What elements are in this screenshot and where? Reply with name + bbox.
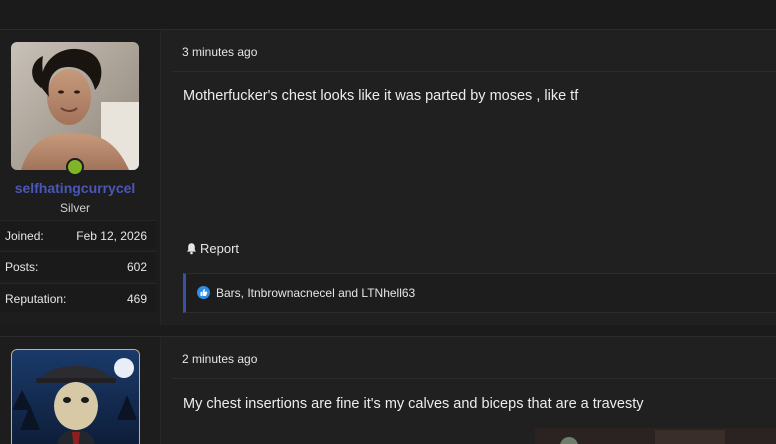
reactions-bar[interactable]: Bars, Itnbrownacnecel and LTNhell63 xyxy=(183,273,776,313)
avatar[interactable] xyxy=(11,42,139,170)
avatar-image xyxy=(11,42,139,170)
divider xyxy=(172,71,776,72)
divider xyxy=(172,378,776,379)
avatar[interactable] xyxy=(11,349,140,444)
user-rank: Silver xyxy=(59,201,90,215)
stat-value: 602 xyxy=(126,260,147,274)
stat-row-joined: Joined: Feb 12, 2026 xyxy=(0,220,156,249)
post-timestamp[interactable]: 3 minutes ago xyxy=(182,45,257,59)
username[interactable]: selfhatingcurrycel xyxy=(0,180,150,196)
stat-label: Reputation: xyxy=(5,292,67,306)
embedded-image[interactable] xyxy=(535,428,776,444)
post-body: 3 minutes ago Motherfucker's chest looks… xyxy=(172,30,776,325)
post-author-panel xyxy=(0,337,161,444)
stat-label: Joined: xyxy=(5,229,44,243)
embedded-image-graphic xyxy=(535,428,776,444)
online-status-dot xyxy=(66,158,84,176)
post-message: Motherfucker's chest looks like it was p… xyxy=(183,88,579,104)
stat-value: Feb 12, 2026 xyxy=(76,229,147,243)
bell-icon xyxy=(187,243,196,255)
like-icon xyxy=(197,286,210,299)
avatar-image xyxy=(12,350,139,444)
stat-row-reputation: Reputation: 469 xyxy=(0,283,156,312)
post-message: My chest insertions are fine it's my cal… xyxy=(183,396,644,412)
report-label: Report xyxy=(200,241,240,256)
post: selfhatingcurrycel Silver Joined: Feb 12… xyxy=(0,29,776,325)
post-timestamp[interactable]: 2 minutes ago xyxy=(182,352,257,366)
report-button[interactable]: Report xyxy=(185,241,239,256)
stat-value: 469 xyxy=(126,292,147,306)
reactions-users[interactable]: Bars, Itnbrownacnecel and LTNhell63 xyxy=(216,286,415,300)
thread-page: selfhatingcurrycel Silver Joined: Feb 12… xyxy=(0,0,776,444)
post: 2 minutes ago My chest insertions are fi… xyxy=(0,336,776,444)
stat-label: Posts: xyxy=(5,260,39,274)
post-body: 2 minutes ago My chest insertions are fi… xyxy=(172,337,776,444)
stat-row-posts: Posts: 602 xyxy=(0,251,156,280)
post-author-panel: selfhatingcurrycel Silver Joined: Feb 12… xyxy=(0,30,161,325)
